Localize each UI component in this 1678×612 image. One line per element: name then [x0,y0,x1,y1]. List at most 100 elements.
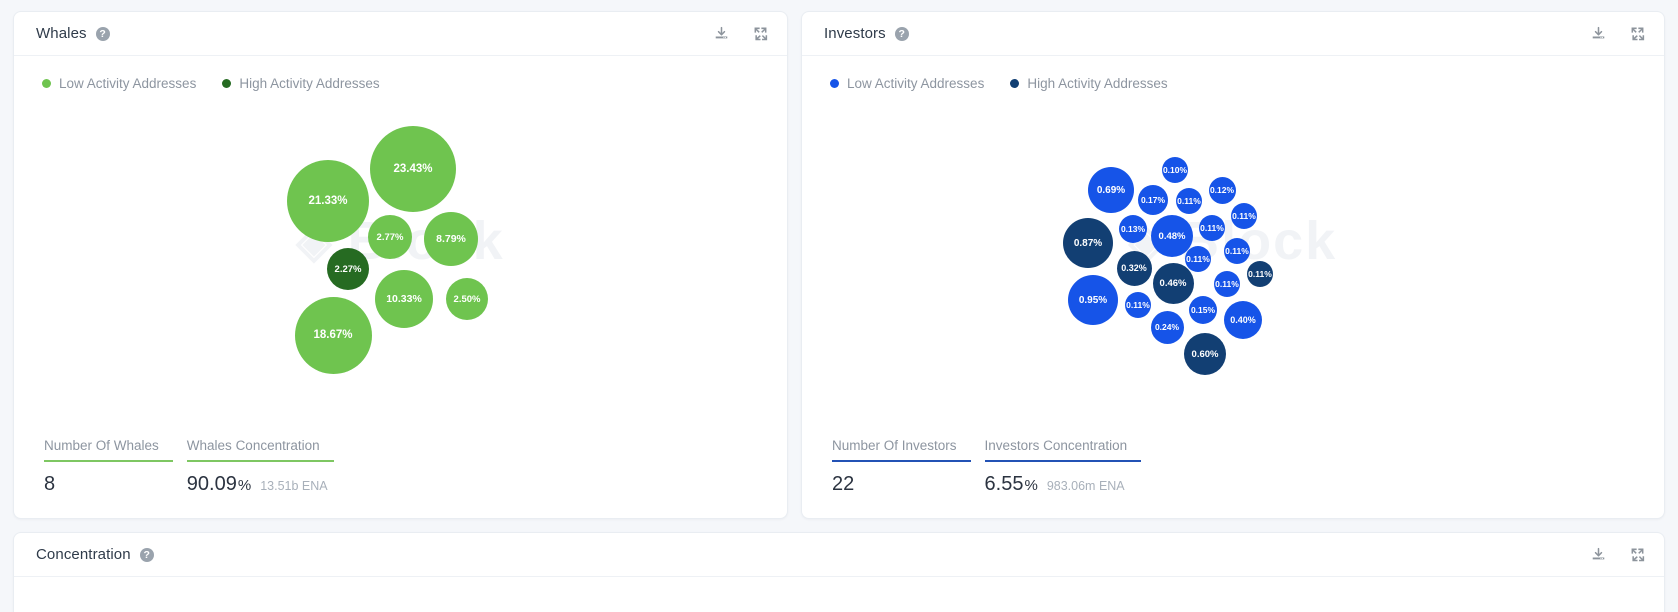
bubble[interactable]: 21.33% [287,160,369,242]
help-circle-icon[interactable]: ? [894,26,909,41]
bubble[interactable]: 0.95% [1068,275,1118,325]
download-icon[interactable] [1590,546,1607,563]
whales-panel-title: Whales [36,25,87,42]
expand-icon[interactable] [1629,25,1646,42]
bubble[interactable]: 2.77% [368,215,412,259]
legend-dot-high-activity [222,79,232,88]
whales-bubble-chart: ◈ Block 23.43%21.33%18.67%10.33%8.79%2.7… [14,91,787,391]
stat-value-number: 22 [832,473,855,495]
bubble-label: 10.33% [386,293,422,305]
investors-header-actions [1590,25,1646,42]
bubble[interactable]: 0.11% [1214,271,1240,297]
stat-number-of-investors: Number Of Investors 22 [832,438,971,496]
investors-bubble-chart: ◈ Block 0.95% 0.87% 0.69% 0.60% 0.48% 0.46% 0.… [802,91,1664,391]
legend-item-low-activity[interactable]: Low Activity Addresses [830,76,984,91]
bubble-label: 0.15% [1190,305,1216,315]
bubble-label: 0.12% [1209,185,1235,195]
bubble-label: 0.48% [1158,230,1186,242]
whales-stats: Number Of Whales 8 Whales Concentration … [14,438,334,518]
download-icon[interactable] [1590,25,1607,42]
legend-dot-low-activity [42,79,51,88]
bubble-label: 0.11% [1215,279,1239,289]
bubble-label: 0.17% [1140,195,1166,205]
bubble[interactable]: 8.79% [424,212,478,266]
stat-value-unit: % [237,477,252,494]
bubble[interactable]: 0.40% [1224,301,1262,339]
stat-value-unit: % [1024,477,1038,494]
investors-stats: Number Of Investors 22 Investors Concent… [802,438,1142,518]
bubble-label: 8.79% [436,233,466,245]
legend-label-high-activity: High Activity Addresses [1027,76,1168,91]
bubble[interactable]: 2.27% [327,248,369,290]
investors-panel-title: Investors [824,25,886,42]
bubble[interactable]: 0.12% [1208,176,1236,204]
expand-icon[interactable] [752,25,769,42]
legend-item-high-activity[interactable]: High Activity Addresses [1010,76,1168,91]
whales-header-actions [713,25,769,42]
concentration-panel: Concentration ? [13,532,1665,612]
investors-legend: Low Activity Addresses High Activity Add… [802,56,1664,91]
stat-value-number: 6.55 [984,473,1024,495]
bubble[interactable]: 0.10% [1162,157,1188,183]
bubble[interactable]: 18.67% [294,296,372,374]
bubble[interactable]: 0.11% [1231,203,1257,229]
bubble-label: 0.10% [1162,165,1188,175]
whales-panel: Whales ? Low Activity Addresses High Act… [13,11,788,519]
bubble[interactable]: 0.87% [1063,218,1113,268]
bubble-label: 0.46% [1159,277,1187,289]
download-icon[interactable] [713,25,730,42]
expand-icon[interactable] [1629,546,1646,563]
bubble[interactable]: 0.13% [1119,215,1147,243]
bubble-label: 0.13% [1120,224,1146,234]
bubble[interactable]: 0.11% [1199,215,1225,241]
bubble-label: 0.32% [1121,263,1147,273]
bubble-label: 0.11% [1225,246,1249,256]
stat-value-number: 8 [44,473,56,495]
bubble-label: 0.11% [1200,223,1224,233]
bubble-label: 2.27% [334,263,362,275]
bubble[interactable]: 0.11% [1247,261,1273,287]
bubble-label: 0.60% [1191,348,1219,360]
bubble[interactable]: 0.24% [1150,310,1184,344]
bubble[interactable]: 0.46% [1152,262,1194,304]
bubble[interactable]: 2.50% [446,278,488,320]
bubble-label: 0.11% [1248,269,1272,279]
bubble-label: 0.95% [1078,294,1108,306]
bubble-label: 0.87% [1073,237,1103,249]
help-circle-icon[interactable]: ? [139,547,154,562]
stat-value: 8 [44,462,173,496]
bubble[interactable]: 0.32% [1116,250,1152,286]
bubble[interactable]: 0.11% [1185,246,1211,272]
stat-value-sub: 13.51b ENA [260,479,328,493]
bubble[interactable]: 0.15% [1189,296,1217,324]
legend-dot-low-activity [830,79,839,88]
legend-item-high-activity[interactable]: High Activity Addresses [222,76,380,91]
bubble-label: 18.67% [313,329,353,341]
stat-investors-concentration: Investors Concentration 6.55% 983.06m EN… [984,438,1142,496]
bubble-label: 0.11% [1126,300,1150,310]
legend-label-low-activity: Low Activity Addresses [847,76,985,91]
bubble[interactable]: 23.43% [370,126,456,212]
whales-panel-header: Whales ? [14,12,787,56]
help-circle-icon[interactable]: ? [95,26,110,41]
bubble[interactable]: 0.60% [1184,333,1226,375]
bubble[interactable]: 10.33% [375,270,433,328]
legend-item-low-activity[interactable]: Low Activity Addresses [42,76,196,91]
stat-number-of-whales: Number Of Whales 8 [44,438,173,496]
stat-value-number: 90.09 [186,473,237,495]
whales-legend: Low Activity Addresses High Activity Add… [14,56,787,91]
bubble-label: 0.69% [1096,184,1126,196]
legend-label-low-activity: Low Activity Addresses [59,76,197,91]
stat-value: 22 [832,462,971,496]
bubble[interactable]: 0.11% [1125,292,1151,318]
bubble[interactable]: 0.11% [1176,188,1202,214]
stat-label: Number Of Investors [832,438,957,453]
stat-label: Investors Concentration [984,438,1128,453]
bubble[interactable]: 0.17% [1138,185,1168,215]
bubble[interactable]: 0.69% [1088,167,1134,213]
bubble-label: 2.50% [453,293,481,305]
bubble-label: 0.11% [1232,211,1256,221]
bubble-label: 0.24% [1154,322,1180,332]
bubble-label: 23.43% [393,163,433,175]
bubble[interactable]: 0.11% [1224,238,1250,264]
